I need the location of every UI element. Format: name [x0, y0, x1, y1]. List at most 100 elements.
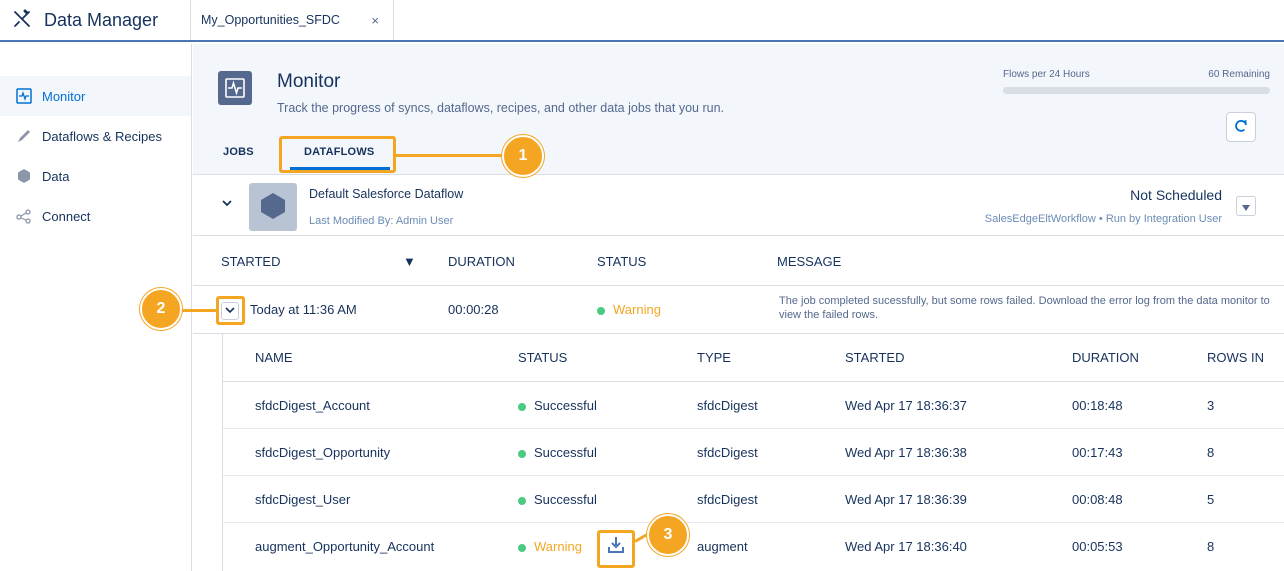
node-rows: 8	[1207, 539, 1215, 554]
node-status: Warning	[518, 539, 582, 554]
node-type: augment	[697, 539, 748, 554]
nested-node-table: NAME STATUS TYPE STARTED DURATION ROWS I…	[222, 334, 1284, 571]
status-dot	[518, 402, 526, 411]
node-duration: 00:05:53	[1072, 539, 1123, 554]
node-name: sfdcDigest_Opportunity	[255, 445, 391, 460]
sidebar-item-label: Dataflows & Recipes	[42, 128, 162, 144]
job-table-header: STARTED ▼ DURATION STATUS MESSAGE	[193, 236, 1284, 286]
node-rows: 5	[1207, 492, 1215, 507]
callout-marker-2: 2	[140, 288, 182, 330]
col-duration: DURATION	[448, 254, 515, 269]
col-status: STATUS	[518, 350, 568, 365]
tab-jobs[interactable]: JOBS	[223, 146, 254, 158]
node-status: Successful	[518, 492, 597, 507]
dataflow-menu-button[interactable]	[1236, 196, 1256, 216]
page-subtitle: Track the progress of syncs, dataflows, …	[277, 101, 724, 115]
callout-marker-1: 1	[502, 135, 544, 177]
flows-remaining: 60 Remaining	[1208, 69, 1270, 80]
job-message: The job completed sucessfully, but some …	[779, 295, 1270, 321]
table-row: augment_Opportunity_Account Warning augm…	[223, 523, 1284, 570]
node-started: Wed Apr 17 18:36:40	[845, 539, 967, 554]
tab-label: My_Opportunities_SFDC	[201, 13, 340, 27]
col-status: STATUS	[597, 254, 647, 269]
col-started[interactable]: STARTED	[221, 254, 280, 269]
sidebar-item-dataflows[interactable]: Dataflows & Recipes	[0, 116, 191, 156]
col-rows-in: ROWS IN	[1207, 350, 1265, 365]
table-row: sfdcDigest_Opportunity Successful sfdcDi…	[223, 429, 1284, 476]
sidebar-item-label: Data	[42, 168, 70, 184]
job-duration: 00:00:28	[448, 302, 499, 317]
node-status-text: Warning	[534, 539, 582, 554]
tab-my-opportunities[interactable]: My_Opportunities_SFDC ×	[191, 0, 394, 40]
col-type: TYPE	[697, 350, 731, 365]
dataflow-row: Default Salesforce Dataflow Last Modifie…	[193, 174, 1284, 236]
hexagon-icon	[258, 191, 288, 224]
node-name: sfdcDigest_User	[255, 492, 351, 507]
node-type: sfdcDigest	[697, 445, 758, 460]
flows-progress-bar	[1003, 87, 1270, 94]
table-row: sfdcDigest_Account Successful sfdcDigest…	[223, 382, 1284, 429]
callout-box-3	[597, 530, 635, 568]
node-rows: 3	[1207, 398, 1215, 413]
node-status-text: Successful	[534, 492, 597, 507]
flows-label: Flows per 24 Hours	[1003, 69, 1090, 80]
monitor-icon	[218, 71, 252, 105]
sidebar-item-label: Monitor	[42, 88, 86, 104]
sidebar-item-connect[interactable]: Connect	[0, 196, 191, 236]
dataflow-run-info: SalesEdgeEltWorkflow • Run by Integratio…	[984, 213, 1222, 225]
callout-marker-3: 3	[647, 514, 689, 556]
main-content: Monitor Track the progress of syncs, dat…	[193, 44, 1284, 571]
node-started: Wed Apr 17 18:36:38	[845, 445, 967, 460]
sidebar-item-monitor[interactable]: Monitor	[0, 76, 191, 116]
job-started: Today at 11:36 AM	[250, 302, 357, 317]
app-launcher[interactable]: Data Manager	[0, 0, 191, 40]
caret-down-icon	[1242, 199, 1250, 214]
node-type: sfdcDigest	[697, 492, 758, 507]
col-started: STARTED	[845, 350, 905, 365]
dataflow-modified: Last Modified By: Admin User	[309, 215, 454, 227]
sidebar-item-label: Connect	[42, 208, 91, 224]
sort-down-icon[interactable]: ▼	[403, 254, 416, 269]
col-duration: DURATION	[1072, 350, 1139, 365]
job-status: Warning	[597, 302, 661, 317]
callout-line-1	[396, 154, 504, 157]
sidebar-item-data[interactable]: Data	[0, 156, 191, 196]
node-status-text: Successful	[534, 445, 597, 460]
dataflow-thumbnail	[249, 183, 297, 231]
pencil-icon	[16, 128, 32, 144]
node-status-text: Successful	[534, 398, 597, 413]
node-duration: 00:18:48	[1072, 398, 1123, 413]
status-dot	[518, 496, 526, 505]
callout-box-1	[279, 136, 396, 173]
app-title: Data Manager	[44, 9, 159, 30]
node-duration: 00:17:43	[1072, 445, 1123, 460]
node-name: sfdcDigest_Account	[255, 398, 370, 413]
share-icon	[16, 208, 32, 224]
table-row: sfdcDigest_User Successful sfdcDigest We…	[223, 476, 1284, 523]
close-icon[interactable]: ×	[371, 13, 379, 28]
node-status: Successful	[518, 398, 597, 413]
dataflow-name: Default Salesforce Dataflow	[309, 187, 464, 201]
node-status: Successful	[518, 445, 597, 460]
node-type: sfdcDigest	[697, 398, 758, 413]
job-status-text: Warning	[613, 302, 661, 317]
callout-box-2	[216, 296, 245, 325]
node-duration: 00:08:48	[1072, 492, 1123, 507]
refresh-button[interactable]	[1226, 112, 1256, 142]
monitor-icon	[16, 88, 32, 104]
hexagon-icon	[16, 168, 32, 184]
node-started: Wed Apr 17 18:36:39	[845, 492, 967, 507]
col-message: MESSAGE	[777, 254, 842, 269]
col-name: NAME	[255, 350, 293, 365]
chevron-down-icon[interactable]	[221, 197, 233, 212]
status-dot	[518, 543, 526, 552]
node-rows: 8	[1207, 445, 1215, 460]
node-name: augment_Opportunity_Account	[255, 539, 435, 554]
status-dot	[597, 306, 605, 315]
refresh-icon	[1233, 118, 1249, 137]
nested-table-header: NAME STATUS TYPE STARTED DURATION ROWS I…	[223, 334, 1284, 382]
dataflow-schedule: Not Scheduled	[1130, 187, 1222, 203]
page-title: Monitor	[277, 71, 341, 92]
top-bar: Data Manager My_Opportunities_SFDC ×	[0, 0, 1284, 42]
tools-icon	[12, 9, 32, 32]
